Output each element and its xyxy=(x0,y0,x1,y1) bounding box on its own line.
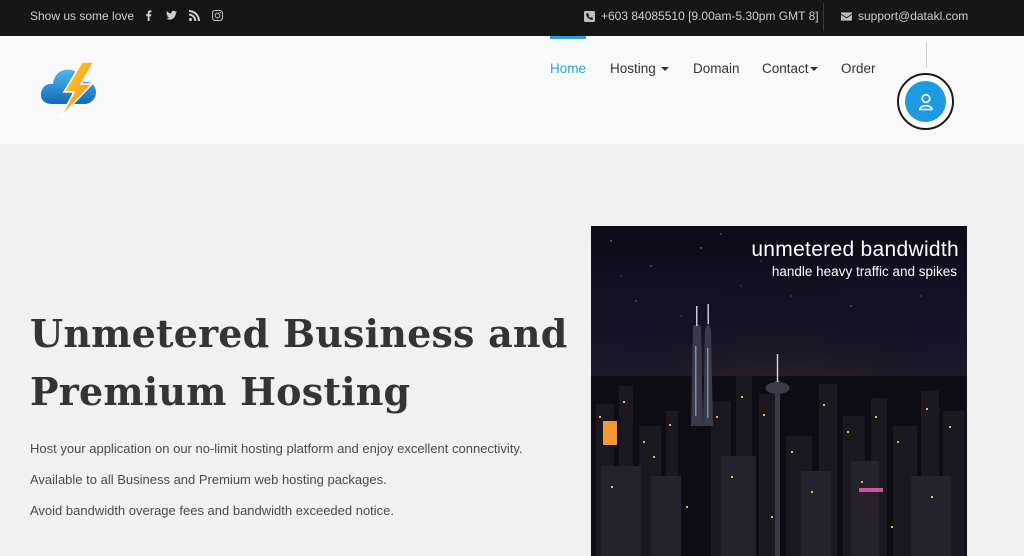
nav-contact-label: Contact xyxy=(762,61,809,76)
hero-title-line2: Premium Hosting xyxy=(30,369,411,414)
topbar-divider xyxy=(823,3,824,31)
email-text[interactable]: support@datakl.com xyxy=(858,9,968,23)
nav-hosting-label: Hosting xyxy=(610,61,656,76)
nav-home[interactable]: Home xyxy=(550,61,586,76)
user-button-inner[interactable] xyxy=(905,81,946,122)
facebook-icon[interactable] xyxy=(142,8,154,22)
social-links xyxy=(142,8,223,22)
site-header: Home Hosting Domain Contact Order xyxy=(0,36,1024,144)
chevron-down-icon xyxy=(660,67,669,72)
hero-image: unmetered bandwidth handle heavy traffic… xyxy=(591,226,967,556)
nav-contact[interactable]: Contact xyxy=(762,61,818,76)
header-divider xyxy=(926,42,927,68)
nav-active-indicator xyxy=(550,36,586,39)
hero-description-line: Available to all Business and Premium we… xyxy=(30,472,387,487)
user-icon xyxy=(918,93,933,110)
nav-domain[interactable]: Domain xyxy=(693,61,740,76)
hero-title: Unmetered Business and Premium Hosting xyxy=(30,305,570,421)
user-login-button[interactable] xyxy=(897,73,954,130)
hero-description-line: Host your application on our no-limit ho… xyxy=(30,441,523,456)
rss-icon[interactable] xyxy=(188,8,200,22)
image-caption-subtitle: handle heavy traffic and spikes xyxy=(771,264,957,279)
email-contact[interactable]: support@datakl.com xyxy=(841,9,968,23)
instagram-icon[interactable] xyxy=(211,8,223,22)
phone-text: +603 84085510 [9.00am-5.30pm GMT 8] xyxy=(601,9,819,23)
love-text: Show us some love xyxy=(30,9,135,23)
image-caption-title: unmetered bandwidth xyxy=(751,238,959,261)
nav-order[interactable]: Order xyxy=(841,61,876,76)
twitter-icon[interactable] xyxy=(165,8,177,22)
nav-hosting[interactable]: Hosting xyxy=(610,61,669,76)
hero-title-line1: Unmetered Business and xyxy=(30,311,568,356)
chevron-down-icon xyxy=(809,67,818,72)
phone-contact: +603 84085510 [9.00am-5.30pm GMT 8] xyxy=(584,9,819,23)
hero-description-line: Avoid bandwidth overage fees and bandwid… xyxy=(30,503,395,518)
logo[interactable] xyxy=(38,58,108,120)
top-bar: Show us some love +603 84085510 [9.00am-… xyxy=(0,0,1024,36)
phone-icon xyxy=(584,10,595,22)
envelope-icon xyxy=(841,11,852,21)
